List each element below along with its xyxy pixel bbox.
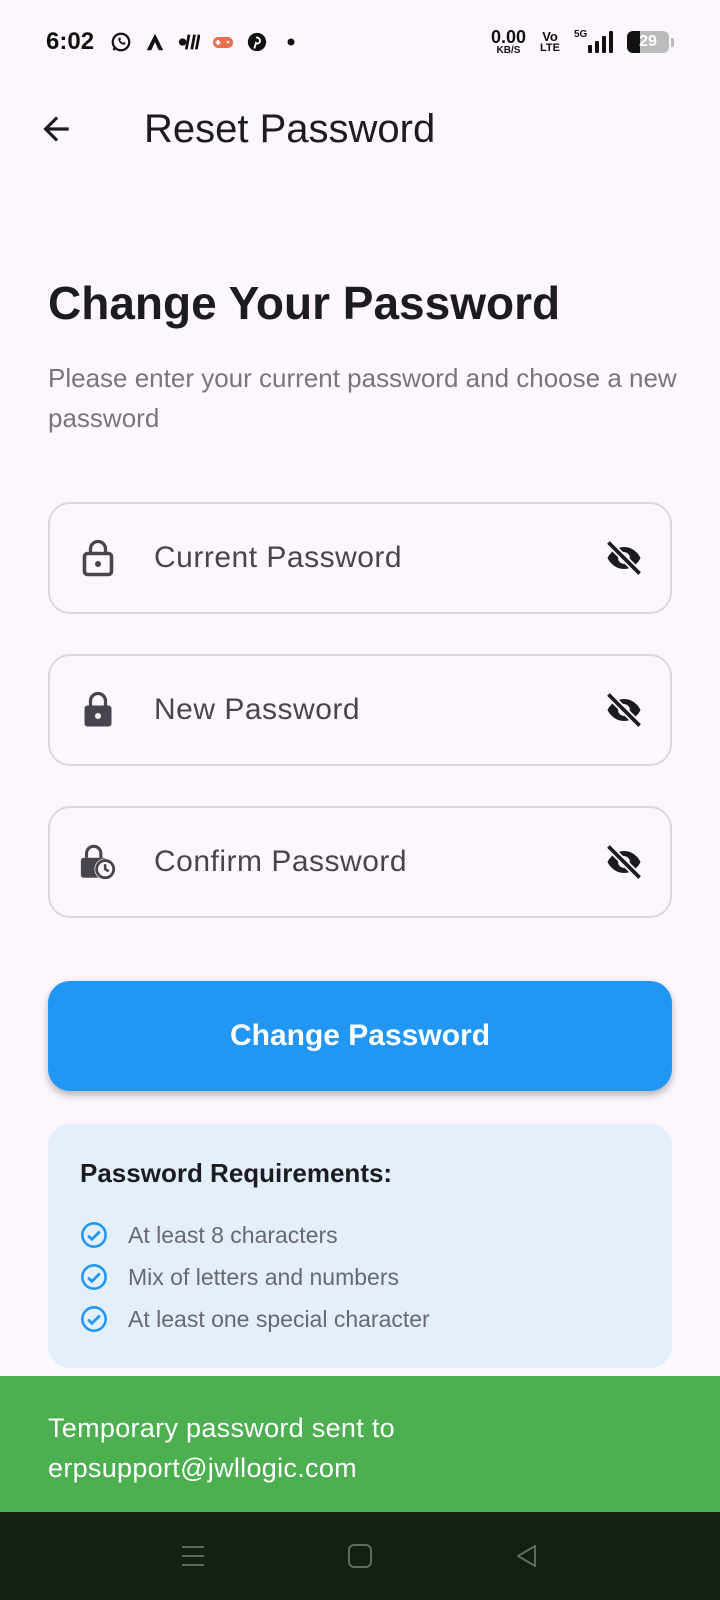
lock-outline-icon bbox=[78, 538, 118, 578]
list-item: At least one special character bbox=[80, 1298, 430, 1340]
current-password-field[interactable] bbox=[48, 502, 672, 614]
network-tag: 5G bbox=[574, 29, 588, 40]
visibility-off-icon[interactable] bbox=[600, 838, 648, 886]
app-a-icon bbox=[144, 31, 166, 53]
list-item: Mix of letters and numbers bbox=[80, 1256, 430, 1298]
status-bar: 6:02 0.00 KB/S Vo LTE 5G 29 bbox=[0, 0, 720, 84]
pinterest-icon bbox=[246, 31, 268, 53]
requirements-card: Password Requirements: At least 8 charac… bbox=[48, 1124, 672, 1368]
check-circle-icon bbox=[80, 1221, 108, 1249]
snackbar-message: Temporary password sent to erpsupport@jw… bbox=[48, 1413, 395, 1483]
volte-indicator: Vo LTE bbox=[540, 30, 560, 54]
net-speed: 0.00 KB/S bbox=[491, 28, 526, 56]
snackbar: Temporary password sent to erpsupport@jw… bbox=[0, 1376, 720, 1512]
volte-bottom: LTE bbox=[540, 42, 560, 54]
check-circle-icon bbox=[80, 1305, 108, 1333]
page-title: Reset Password bbox=[144, 106, 436, 151]
back-triangle-icon[interactable] bbox=[497, 1526, 557, 1586]
lock-icon bbox=[78, 690, 118, 730]
current-password-input[interactable] bbox=[154, 504, 574, 612]
confirm-password-field[interactable] bbox=[48, 806, 672, 918]
requirement-text: At least one special character bbox=[128, 1305, 430, 1332]
requirement-text: Mix of letters and numbers bbox=[128, 1263, 400, 1290]
net-speed-value: 0.00 bbox=[490, 27, 527, 47]
whatsapp-icon bbox=[110, 31, 132, 53]
battery-level: 29 bbox=[639, 33, 657, 50]
visibility-off-icon[interactable] bbox=[600, 686, 648, 734]
new-password-field[interactable] bbox=[48, 654, 672, 766]
menu-icon[interactable] bbox=[163, 1526, 223, 1586]
requirements-list: At least 8 characters Mix of letters and… bbox=[80, 1214, 430, 1340]
app-bar: Reset Password bbox=[0, 88, 720, 170]
requirement-text: At least 8 characters bbox=[128, 1221, 338, 1248]
signal-bar bbox=[595, 41, 599, 53]
form-headline: Change Your Password bbox=[48, 277, 561, 329]
list-item: At least 8 characters bbox=[80, 1214, 430, 1256]
signal-icon: 5G bbox=[574, 29, 613, 53]
battery-fill bbox=[627, 31, 640, 53]
lock-clock-icon bbox=[78, 842, 118, 882]
game-icon bbox=[212, 31, 234, 53]
status-time: 6:02 bbox=[46, 28, 95, 55]
dot-icon bbox=[280, 31, 302, 53]
form-subtext: Please enter your current password and c… bbox=[48, 363, 677, 433]
check-circle-icon bbox=[80, 1263, 108, 1291]
change-password-button[interactable]: Change Password bbox=[48, 981, 672, 1091]
notification-icons bbox=[110, 31, 302, 53]
back-button[interactable] bbox=[30, 103, 82, 155]
requirements-title: Password Requirements: bbox=[80, 1158, 393, 1188]
confirm-password-input[interactable] bbox=[154, 808, 574, 916]
battery-tip bbox=[671, 37, 674, 47]
home-square-icon[interactable] bbox=[330, 1526, 390, 1586]
arrow-back-icon bbox=[43, 116, 69, 142]
signal-bar bbox=[602, 36, 606, 53]
signal-bar bbox=[588, 45, 592, 53]
new-password-input[interactable] bbox=[154, 656, 574, 764]
net-speed-unit: KB/S bbox=[496, 45, 521, 56]
visibility-off-icon[interactable] bbox=[600, 534, 648, 582]
status-right: 0.00 KB/S Vo LTE 5G 29 bbox=[491, 28, 674, 56]
battery-icon: 29 bbox=[627, 31, 669, 53]
app-bars-icon bbox=[178, 31, 201, 53]
signal-bar bbox=[609, 31, 613, 53]
system-nav-bar bbox=[0, 1512, 720, 1600]
